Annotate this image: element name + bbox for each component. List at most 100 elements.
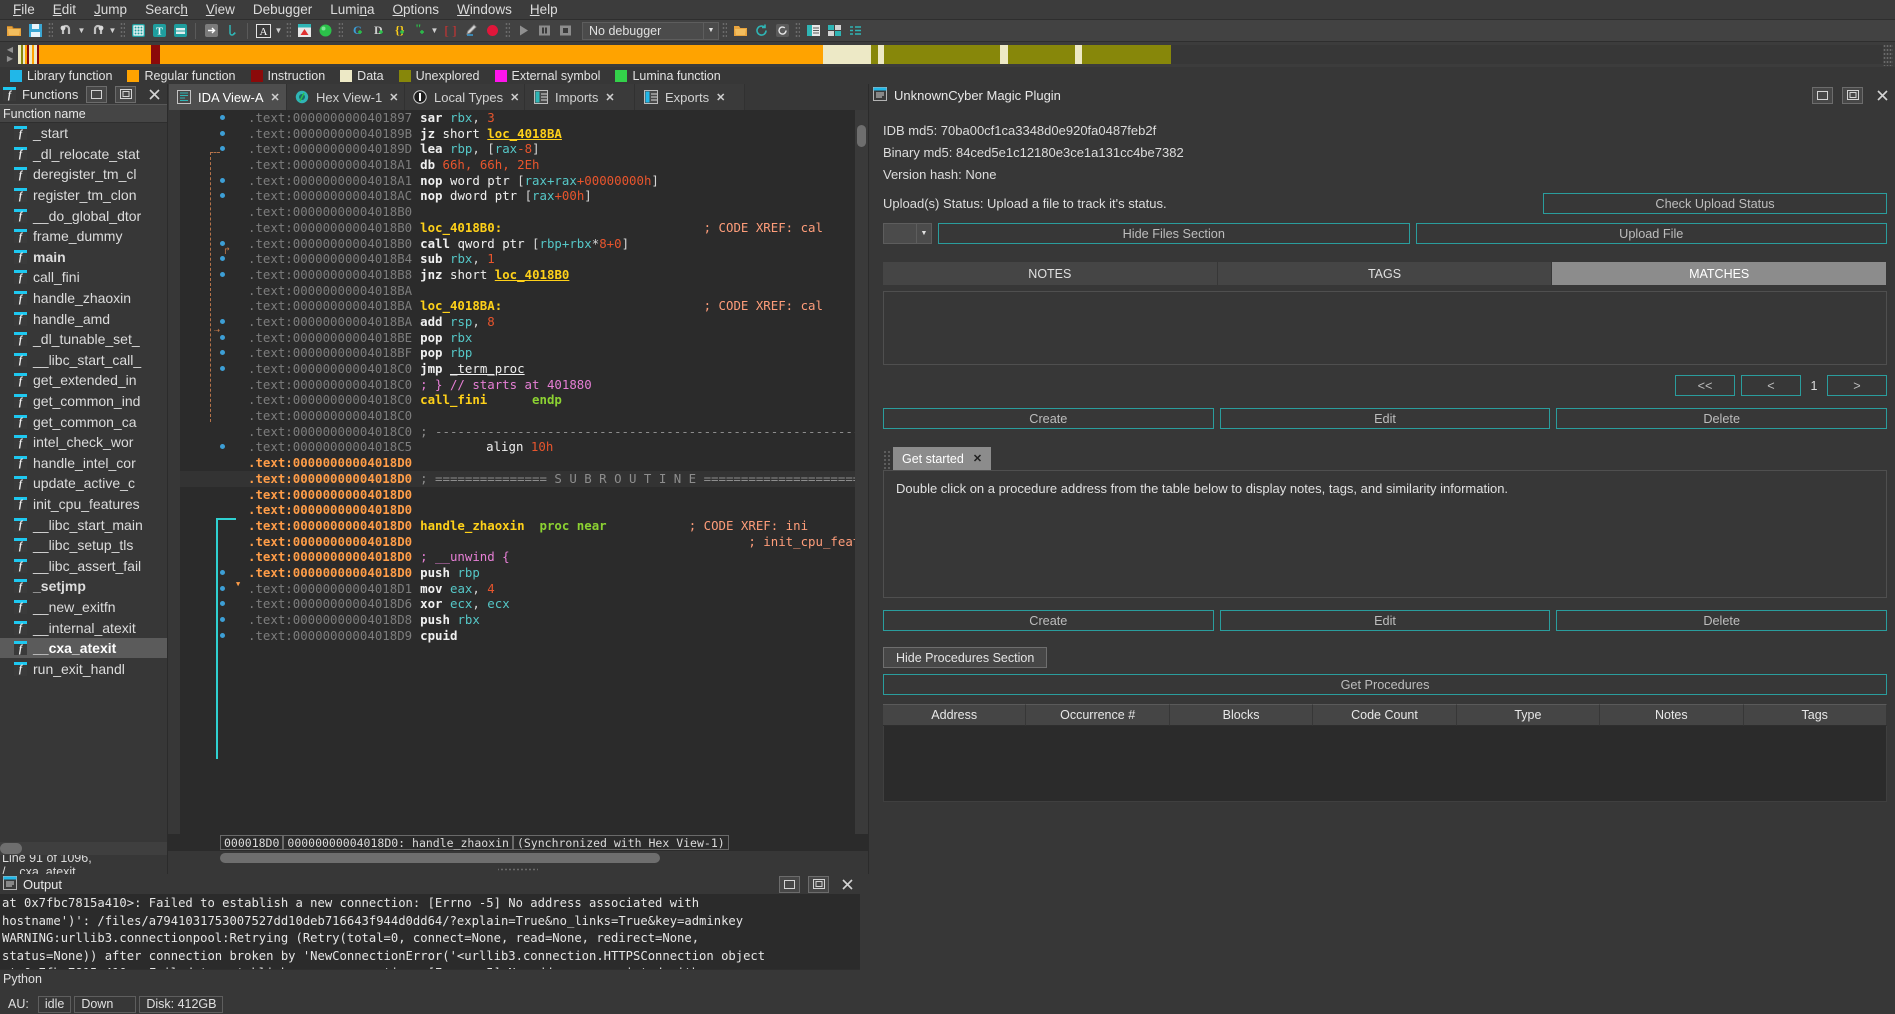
prev-page-button[interactable]: <	[1741, 375, 1801, 396]
procedures-column-notes[interactable]: Notes	[1600, 704, 1743, 726]
disasm-line[interactable]: .text:00000000004018A1db 66h, 66h, 2Eh	[180, 157, 855, 173]
sidebar-item-get_common_ind[interactable]: fget_common_ind	[0, 391, 167, 412]
hide-procedures-section-button[interactable]: Hide Procedures Section	[883, 647, 1047, 668]
plugin-close-icon[interactable]	[1872, 87, 1893, 104]
sidebar-item-libc_start_call_[interactable]: f__libc_start_call_	[0, 350, 167, 371]
disasm-line[interactable]: .text:00000000004018D9cpuid	[180, 628, 855, 644]
procedures-column-codecount[interactable]: Code Count	[1313, 704, 1456, 726]
chevron-down-icon[interactable]: ▼	[916, 224, 931, 243]
next-page-button[interactable]: >	[1827, 375, 1887, 396]
procedures-column-tags[interactable]: Tags	[1744, 704, 1887, 726]
sidebar-item-libc_start_main[interactable]: f__libc_start_main	[0, 514, 167, 535]
close-icon[interactable]: ✕	[271, 91, 280, 104]
undo-dropdown-icon[interactable]: ▼	[77, 21, 86, 40]
sidebar-item-run_exit_handl[interactable]: frun_exit_handl	[0, 658, 167, 679]
data-add-icon[interactable]: D	[367, 21, 387, 40]
navigation-band[interactable]	[18, 45, 1883, 64]
tab-exports[interactable]: Exports✕	[635, 84, 745, 110]
breakpoint-dot-icon[interactable]	[220, 193, 225, 198]
disasm-line[interactable]: .text:00000000004018A1nop word ptr [rax+…	[180, 173, 855, 189]
procedures-column-blocks[interactable]: Blocks	[1170, 704, 1313, 726]
procedures-column-address[interactable]: Address	[883, 704, 1026, 726]
close-icon[interactable]: ✕	[605, 91, 614, 104]
disasm-line[interactable]: ▼.text:00000000004018D0push rbp	[180, 565, 855, 581]
sidebar-item-frame_dummy[interactable]: fframe_dummy	[0, 226, 167, 247]
string-dropdown-icon[interactable]: ▼	[430, 21, 439, 40]
menu-item-jump[interactable]: Jump	[85, 0, 136, 19]
brace-add-icon[interactable]: {}	[388, 21, 408, 40]
run-icon[interactable]	[513, 21, 533, 40]
disasm-line[interactable]: .text:00000000004018BFpop rbp	[180, 345, 855, 361]
close-icon[interactable]	[144, 86, 165, 103]
close-icon[interactable]: ✕	[716, 91, 725, 104]
pause-icon[interactable]	[534, 21, 554, 40]
disasm-line[interactable]: .text:00000000004018D0	[180, 455, 855, 471]
tab-tags[interactable]: TAGS	[1218, 262, 1553, 285]
breakpoint-dot-icon[interactable]	[220, 256, 225, 261]
functions-column-header[interactable]: Function name	[0, 104, 167, 123]
menu-item-help[interactable]: Help	[521, 0, 567, 19]
disasm-hscrollbar[interactable]	[168, 851, 868, 865]
outline-view-icon[interactable]	[845, 21, 865, 40]
procedures-column-occurrence[interactable]: Occurrence #	[1026, 704, 1169, 726]
tab-hex-view-1[interactable]: Hex View-1✕	[287, 84, 405, 110]
sidebar-item-setjmp[interactable]: f_setjmp	[0, 576, 167, 597]
disasm-line[interactable]: .text:00000000004018D0 ; init_cpu_featu	[180, 534, 855, 550]
breakpoint-dot-icon[interactable]	[220, 350, 225, 355]
disasm-line[interactable]: .text:00000000004018BAloc_4018BA: ; CODE…	[180, 298, 855, 314]
code-add-icon[interactable]: C	[346, 21, 366, 40]
menu-item-options[interactable]: Options	[384, 0, 449, 19]
graph-view-icon[interactable]	[294, 21, 314, 40]
hex-grid-icon[interactable]	[128, 21, 148, 40]
menu-item-search[interactable]: Search	[136, 0, 197, 19]
disassembly-view[interactable]: .text:0000000000401897sar rbx, 3.text:00…	[180, 110, 855, 834]
disasm-line[interactable]: .text:00000000004018D0; __unwind {	[180, 549, 855, 565]
get-started-grip[interactable]	[883, 450, 891, 470]
get-procedures-button[interactable]: Get Procedures	[883, 674, 1887, 695]
procedures-table-body[interactable]	[883, 726, 1887, 802]
output-close-icon[interactable]	[837, 876, 858, 893]
text-view-icon[interactable]: T	[149, 21, 169, 40]
close-icon[interactable]: ✕	[389, 91, 398, 104]
undock-button[interactable]	[86, 86, 107, 103]
menu-item-edit[interactable]: Edit	[44, 0, 85, 19]
sidebar-item-intel_check_wor[interactable]: fintel_check_wor	[0, 432, 167, 453]
python-input-bar[interactable]: Python	[0, 969, 860, 988]
tab-get-started[interactable]: Get started ✕	[893, 447, 991, 470]
disasm-line[interactable]: .text:00000000004018D6xor ecx, ecx	[180, 596, 855, 612]
string-add-icon[interactable]: "	[409, 21, 429, 40]
disasm-line[interactable]: .text:00000000004018B4sub rbx, 1	[180, 251, 855, 267]
disasm-line[interactable]: .text:00000000004018C0	[180, 408, 855, 424]
menu-item-view[interactable]: View	[197, 0, 244, 19]
first-page-button[interactable]: <<	[1675, 375, 1735, 396]
disasm-line[interactable]: .text:00000000004018B8jnz short loc_4018…	[180, 267, 855, 283]
functions-list[interactable]: f_startf_dl_relocate_statfderegister_tm_…	[0, 123, 167, 842]
redo-icon[interactable]	[87, 21, 107, 40]
menu-item-windows[interactable]: Windows	[448, 0, 521, 19]
breakpoint-dot-icon[interactable]	[220, 366, 225, 371]
sync-icon[interactable]	[772, 21, 792, 40]
procedures-column-type[interactable]: Type	[1457, 704, 1600, 726]
green-circle-icon[interactable]	[315, 21, 335, 40]
disasm-line[interactable]: .text:00000000004018C0jmp _term_proc	[180, 361, 855, 377]
disasm-line[interactable]: .text:00000000004018D1mov eax, 4	[180, 581, 855, 597]
sidebar-item-register_tm_clon[interactable]: fregister_tm_clon	[0, 185, 167, 206]
sidebar-item-new_exitfn[interactable]: f__new_exitfn	[0, 597, 167, 618]
output-maximize-button[interactable]	[808, 876, 829, 893]
sidebar-item-get_extended_in[interactable]: fget_extended_in	[0, 370, 167, 391]
pencil-icon[interactable]	[461, 21, 481, 40]
hide-files-section-button[interactable]: Hide Files Section	[938, 223, 1410, 244]
navband-left-arrow-icon[interactable]: ◀	[7, 46, 13, 54]
navband-right-arrow-icon[interactable]: ▶	[7, 55, 13, 63]
disasm-line[interactable]: .text:00000000004018BA	[180, 283, 855, 299]
sidebar-item-deregister_tm_cl[interactable]: fderegister_tm_cl	[0, 164, 167, 185]
redo-dropdown-icon[interactable]: ▼	[108, 21, 117, 40]
breakpoint-dot-icon[interactable]	[220, 319, 225, 324]
sidebar-item-libc_assert_fail[interactable]: f__libc_assert_fail	[0, 555, 167, 576]
jump-icon[interactable]	[222, 21, 242, 40]
array-icon[interactable]: [ ]	[440, 21, 460, 40]
menu-item-debugger[interactable]: Debugger	[244, 0, 321, 19]
breakpoint-dot-icon[interactable]	[220, 115, 225, 120]
debugger-select[interactable]: No debugger ▼	[582, 22, 719, 40]
sidebar-item-libc_setup_tls[interactable]: f__libc_setup_tls	[0, 535, 167, 556]
